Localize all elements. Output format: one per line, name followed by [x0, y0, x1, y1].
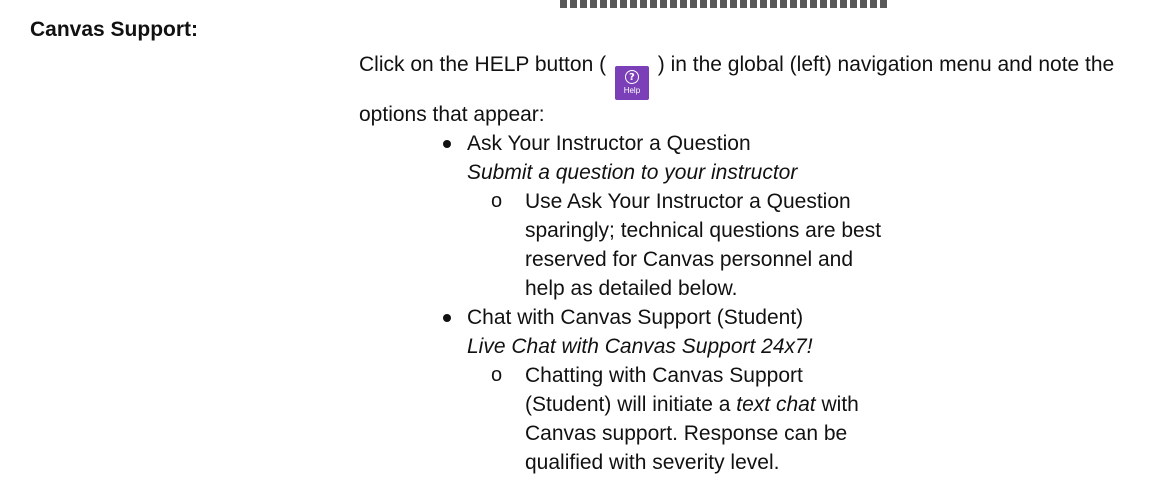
help-button-label: Help [623, 86, 641, 95]
section-label: Canvas Support: [30, 18, 199, 41]
cropped-previous-line [0, 0, 1170, 8]
option-title: Ask Your Instructor a Question [467, 131, 751, 155]
intro-text-before: Click on the HELP button ( [359, 53, 607, 76]
section-content: Click on the HELP button ( ? Help ) in t… [359, 50, 1159, 477]
text-chat-emphasis: text chat [736, 392, 816, 416]
option-notes: Chatting with Canvas Support (Student) w… [467, 361, 1159, 477]
option-notes: Use Ask Your Instructor a Question spari… [467, 187, 1159, 303]
question-circle-icon: ? [624, 70, 639, 84]
list-item: Chat with Canvas Support (Student) Live … [443, 303, 1159, 477]
cropped-text-fragment [560, 0, 890, 8]
option-description: Submit a question to your instructor [467, 160, 798, 184]
help-options-list: Ask Your Instructor a Question Submit a … [359, 129, 1159, 477]
help-button[interactable]: ? Help [614, 65, 649, 100]
option-title: Chat with Canvas Support (Student) [467, 305, 804, 329]
option-description: Live Chat with Canvas Support 24x7! [467, 334, 813, 358]
option-note: Chatting with Canvas Support (Student) w… [491, 361, 895, 477]
option-note: Use Ask Your Instructor a Question spari… [491, 187, 895, 303]
intro-paragraph: Click on the HELP button ( ? Help ) in t… [359, 50, 1159, 129]
list-item: Ask Your Instructor a Question Submit a … [443, 129, 1159, 303]
